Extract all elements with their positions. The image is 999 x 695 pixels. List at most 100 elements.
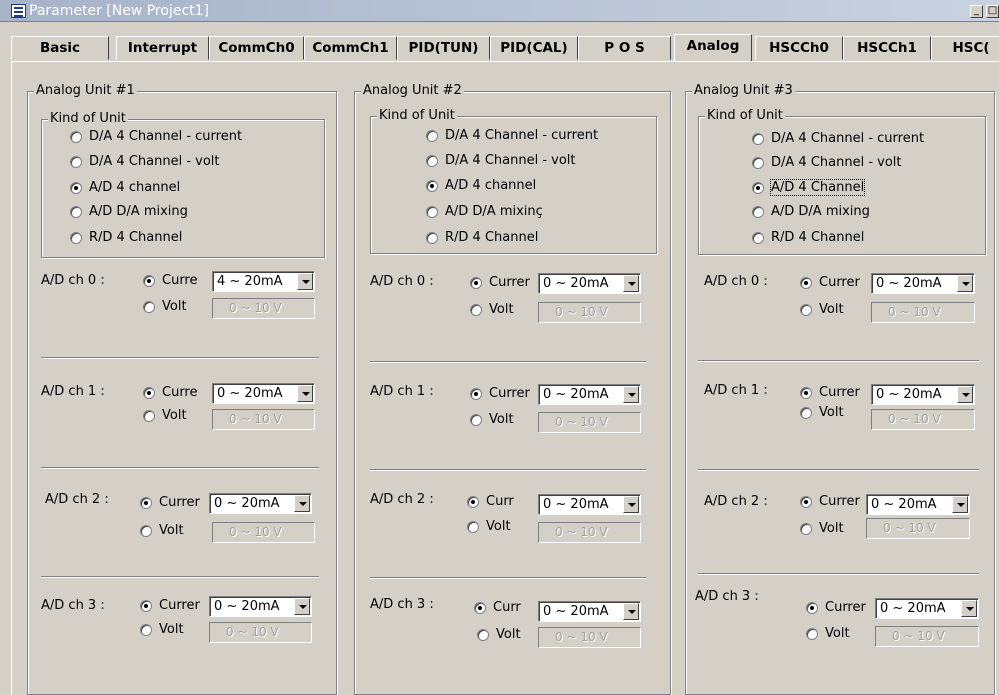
radio-selected-icon: [800, 495, 812, 508]
app-icon: [11, 4, 26, 18]
unit-3-kind-ad[interactable]: A/D 4 Channel: [752, 179, 866, 196]
unit-2-ch3-volt-radio[interactable]: Volt: [477, 627, 521, 642]
unit-3-ch1-current-range[interactable]: 0 ~ 20mA: [871, 384, 975, 405]
chevron-down-icon[interactable]: [297, 385, 313, 402]
unit-1-ch1-volt-radio[interactable]: Volt: [143, 408, 187, 423]
unit-2-ch2-volt-radio[interactable]: Volt: [467, 519, 511, 534]
tab-commch1[interactable]: CommCh1: [304, 36, 397, 60]
unit-1-ch0-label: A/D ch 0 :: [41, 273, 105, 288]
unit-1-ch3-label: A/D ch 3 :: [41, 598, 105, 613]
unit-1-ch2-volt-radio[interactable]: Volt: [140, 523, 184, 538]
unit-3-ch2-label: A/D ch 2 :: [704, 494, 768, 509]
unit-1-ch3-current-radio[interactable]: Currer: [140, 598, 209, 613]
unit-2-ch3-label: A/D ch 3 :: [370, 597, 434, 612]
unit-2-ch1-current-radio[interactable]: Currer: [470, 386, 537, 401]
unit-1-ch3-volt-radio[interactable]: Volt: [140, 622, 184, 637]
unit-1-kind-rd[interactable]: R/D 4 Channel: [70, 230, 182, 245]
unit-1-ch2-current-range[interactable]: 0 ~ 20mA: [209, 493, 312, 514]
unit-3-ch2-current-range[interactable]: 0 ~ 20mA: [866, 494, 970, 515]
tab-interrupt[interactable]: Interrupt: [116, 36, 209, 60]
unit-2-kind-da-volt[interactable]: D/A 4 Channel - volt: [426, 153, 576, 168]
radio-icon: [800, 406, 812, 419]
radio-selected-icon: [470, 276, 482, 289]
unit-3-kind-rd[interactable]: R/D 4 Channel: [752, 230, 864, 245]
chevron-down-icon[interactable]: [952, 496, 968, 513]
unit-2-ch1-current-range[interactable]: 0 ~ 20mA: [538, 384, 641, 405]
chevron-down-icon[interactable]: [623, 275, 639, 292]
unit-1-kind-da-current[interactable]: D/A 4 Channel - current: [70, 129, 242, 144]
unit-2-ch0-current-range[interactable]: 0 ~ 20mA: [538, 273, 641, 294]
chevron-down-icon[interactable]: [957, 275, 973, 292]
unit-3-ch1-current-radio[interactable]: Currer: [800, 385, 867, 400]
unit-3-ch3-current-range[interactable]: 0 ~ 20mA: [875, 598, 979, 619]
unit-2-ch0-current-radio[interactable]: Currer: [470, 275, 537, 290]
tab-hscch1[interactable]: HSCCh1: [843, 36, 931, 60]
unit-3-ch0-current-radio[interactable]: Currer: [800, 275, 867, 290]
unit-1-ch2-current-radio[interactable]: Currer: [140, 495, 209, 510]
unit-3-kind-da-current[interactable]: D/A 4 Channel - current: [752, 131, 924, 146]
divider: [698, 360, 979, 362]
unit-3-ch2-current-radio[interactable]: Currer: [800, 494, 867, 509]
unit-3-ch3-current-radio[interactable]: Currer: [806, 600, 873, 615]
chevron-down-icon[interactable]: [297, 273, 313, 290]
unit-2-ch0-volt-radio[interactable]: Volt: [470, 302, 514, 317]
chevron-down-icon[interactable]: [623, 603, 639, 620]
radio-icon: [477, 628, 489, 641]
unit-2-ch2-current-range[interactable]: 0 ~ 20mA: [538, 494, 641, 515]
unit-2-ch3-current-radio[interactable]: Curr: [474, 600, 529, 615]
radio-icon: [806, 627, 818, 640]
unit-1-ch1-current-radio[interactable]: Curre: [143, 385, 208, 400]
tab-hscch0[interactable]: HSCCh0: [755, 36, 843, 60]
unit-1-ch1-volt-range: 0 ~ 10 V: [212, 409, 315, 430]
unit-3-ch0-volt-range: 0 ~ 10 V: [871, 302, 975, 323]
unit-3-ch3-volt-radio[interactable]: Volt: [806, 626, 850, 641]
chevron-down-icon[interactable]: [957, 386, 973, 403]
unit-3-kind-mixing[interactable]: A/D D/A mixing: [752, 204, 870, 219]
radio-icon: [752, 156, 764, 169]
tab-hsc-more[interactable]: HSC(: [931, 36, 999, 60]
unit-1-ch1-current-range[interactable]: 0 ~ 20mA: [212, 383, 315, 404]
chevron-down-icon[interactable]: [961, 600, 977, 617]
unit-1-ch0-volt-radio[interactable]: Volt: [143, 299, 187, 314]
unit-2-ch2-label: A/D ch 2 :: [370, 492, 434, 507]
unit-3-ch0-current-range[interactable]: 0 ~ 20mA: [871, 273, 975, 294]
unit-2-kind-da-current[interactable]: D/A 4 Channel - current: [426, 128, 598, 143]
unit-2-ch3-current-range[interactable]: 0 ~ 20mA: [538, 601, 641, 622]
chevron-down-icon[interactable]: [623, 386, 639, 403]
tab-pos[interactable]: P O S: [578, 36, 671, 60]
unit-2-ch2-current-radio[interactable]: Curr: [467, 494, 522, 509]
unit-2-kind-ad[interactable]: A/D 4 channel: [426, 178, 536, 193]
unit-2-kind-rd[interactable]: R/D 4 Channel: [426, 230, 538, 245]
chevron-down-icon[interactable]: [294, 495, 310, 512]
radio-icon: [143, 409, 155, 422]
unit-1-kind-da-volt[interactable]: D/A 4 Channel - volt: [70, 154, 220, 169]
chevron-down-icon[interactable]: [294, 598, 310, 615]
tab-analog[interactable]: Analog: [674, 34, 752, 61]
unit-3-ch2-volt-radio[interactable]: Volt: [800, 521, 844, 536]
unit-1-ch0-current-radio[interactable]: Curre: [143, 273, 208, 288]
maximize-button[interactable]: □: [986, 5, 999, 18]
unit-2-kind-mixing[interactable]: A/D D/A mixinç: [426, 204, 555, 219]
unit-3-ch1-volt-radio[interactable]: Volt: [800, 405, 844, 420]
radio-icon: [467, 520, 479, 533]
unit-1-kind-mixing[interactable]: A/D D/A mixing: [70, 204, 188, 219]
radio-icon: [426, 154, 438, 167]
unit-1-ch0-current-range[interactable]: 4 ~ 20mA: [212, 271, 315, 292]
tab-pid-cal[interactable]: PID(CAL): [490, 36, 578, 60]
radio-selected-icon: [474, 601, 486, 614]
radio-icon: [70, 231, 82, 244]
unit-3-ch0-volt-radio[interactable]: Volt: [800, 302, 844, 317]
unit-1-ch3-current-range[interactable]: 0 ~ 20mA: [209, 596, 312, 617]
divider: [698, 573, 979, 575]
divider: [370, 577, 646, 579]
unit-2-kind-title: Kind of Unit: [377, 108, 457, 123]
tab-basic[interactable]: Basic: [11, 36, 109, 60]
unit-1-kind-ad[interactable]: A/D 4 channel: [70, 180, 180, 195]
title-bar[interactable]: Parameter [New Project1] _ □: [0, 0, 999, 22]
tab-commch0[interactable]: CommCh0: [209, 36, 304, 60]
unit-3-kind-da-volt[interactable]: D/A 4 Channel - volt: [752, 155, 902, 170]
chevron-down-icon[interactable]: [623, 496, 639, 513]
unit-2-ch1-volt-radio[interactable]: Volt: [470, 412, 514, 427]
minimize-button[interactable]: _: [970, 5, 983, 18]
tab-pid-tun[interactable]: PID(TUN): [397, 36, 490, 60]
